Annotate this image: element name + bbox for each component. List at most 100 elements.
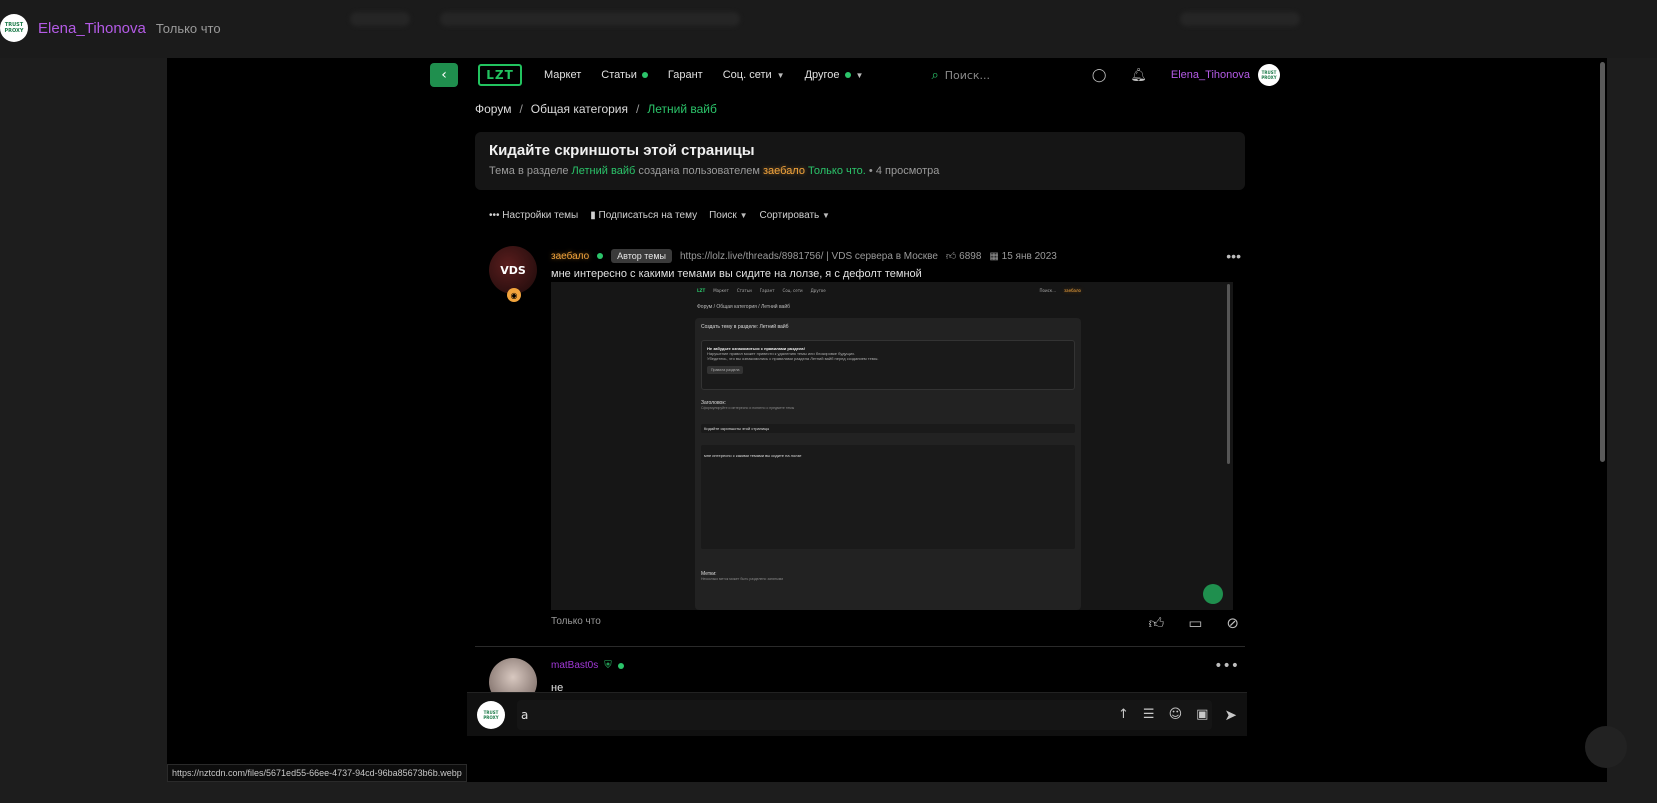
breadcrumb-forum[interactable]: Форум: [475, 102, 511, 116]
image-title-hint: Сформулируйте и интересно и понятно о пр…: [701, 406, 795, 410]
arrow-up-icon[interactable]: ↑: [1118, 707, 1129, 722]
scrollbar[interactable]: [1600, 62, 1605, 462]
send-icon[interactable]: ➤: [1224, 706, 1237, 724]
bell-icon[interactable]: 🔔︎: [1130, 68, 1147, 83]
breadcrumb: Форум / Общая категория / Летний вайб: [475, 102, 717, 116]
like-icon[interactable]: 👍︎: [1149, 614, 1165, 633]
chat-icon[interactable]: ◯: [1092, 68, 1107, 83]
background-ghost: [350, 12, 410, 26]
nav-link-other[interactable]: Другое ▼: [805, 69, 864, 81]
nav-link-guarantor[interactable]: Гарант: [668, 69, 703, 81]
reply-author[interactable]: matBast0s ⛨: [551, 660, 624, 671]
topic-time: Только что.: [808, 165, 866, 177]
breadcrumb-separator: /: [519, 102, 523, 116]
topic-section-link[interactable]: Летний вайб: [572, 165, 636, 177]
post-divider: [475, 646, 1245, 647]
image-chat-fab: [1203, 584, 1223, 604]
image-user: заебало: [1064, 287, 1081, 293]
avatar[interactable]: TRUST PROXY: [0, 14, 28, 42]
nav-right: ◯ 🔔︎ Elena_Tihonova TRUST PROXY: [1092, 64, 1280, 86]
image-nav-item: Статьи: [736, 287, 752, 293]
post-author[interactable]: заебало: [551, 251, 589, 262]
post-image[interactable]: LZT Маркет Статьи Гарант Соц. сети Друго…: [551, 282, 1233, 610]
shield-icon: ⛨: [604, 660, 612, 671]
chevron-down-icon: ▼: [855, 70, 864, 80]
more-icon: •••: [489, 210, 500, 221]
image-breadcrumb: Форум / Общая категория / Летний вайб: [697, 304, 790, 310]
page-title: Кидайте скриншоты этой страницы: [489, 142, 755, 159]
background-page: [0, 0, 1657, 58]
topic-views: • 4 просмотра: [868, 165, 940, 177]
avatar: TRUST PROXY: [477, 700, 505, 729]
image-title-input: Кидайте скриншоты этой страницы: [701, 424, 1075, 433]
online-dot: [617, 662, 624, 669]
image-tags-hint: Несколько меток может быть разделено зап…: [701, 577, 784, 581]
image-logo: LZT: [697, 287, 706, 293]
image-scrollbar: [1227, 284, 1230, 464]
badge-icon: ◉: [507, 288, 521, 302]
image-nav-item: Соц. сети: [782, 287, 803, 293]
navbar: ‹ LZT Маркет Статьи Гарант Соц. сети ▼ Др…: [430, 62, 1280, 88]
topic-meta: Тема в разделе Летний вайб создана польз…: [489, 165, 940, 177]
post-time: Только что: [551, 616, 601, 627]
likes-count: 👍︎ 6898: [945, 251, 982, 262]
nav-link-social[interactable]: Соц. сети ▼: [723, 69, 785, 81]
post-text: мне интересно с какими темами вы сидите …: [551, 268, 922, 280]
hide-icon[interactable]: ⊘: [1226, 614, 1239, 633]
search-dropdown[interactable]: Поиск ▼: [709, 210, 747, 221]
more-icon[interactable]: •••: [1226, 248, 1241, 264]
background-ghost: [1180, 12, 1300, 26]
image-nav-item: Другое: [810, 287, 826, 293]
message-input-value[interactable]: a: [521, 708, 1104, 722]
image-nav-item: Гарант: [759, 287, 775, 293]
status-url: https://nztcdn.com/files/5671ed55-66ee-4…: [167, 764, 467, 782]
search-icon: ⌕: [931, 67, 939, 83]
list-icon[interactable]: ☰: [1143, 707, 1155, 722]
nav-link-articles[interactable]: Статьи: [601, 69, 648, 81]
nav-links: Маркет Статьи Гарант Соц. сети ▼ Другое ▼: [544, 69, 863, 81]
emoji-icon[interactable]: ☺: [1169, 707, 1183, 722]
post-date: ▦ 15 янв 2023: [989, 250, 1057, 262]
avatar[interactable]: VDS: [489, 246, 537, 294]
topic-settings-button[interactable]: ••• Настройки темы: [489, 210, 578, 221]
post-signature-link[interactable]: https://lolz.live/threads/8981756/ | VDS…: [680, 251, 938, 262]
post-actions: 👍︎ ▭ ⊘: [1149, 614, 1239, 633]
status-dot: [844, 72, 851, 78]
image-editor: мне интересно с какими темами вы сидите …: [701, 445, 1075, 549]
chevron-down-icon: ▼: [776, 70, 785, 80]
topic-author-link[interactable]: заебало: [763, 165, 805, 177]
background-ghost: [440, 12, 740, 26]
screenshot-viewport: ‹ LZT Маркет Статьи Гарант Соц. сети ▼ Др…: [167, 58, 1607, 782]
image-search: Поиск...: [1039, 287, 1057, 293]
search-placeholder: Поиск...: [944, 68, 991, 82]
message-composer: TRUST PROXY a ↑ ☰ ☺ ▣ ➤: [467, 692, 1247, 736]
sort-dropdown[interactable]: Сортировать ▼: [760, 210, 830, 221]
site-logo[interactable]: LZT: [478, 64, 522, 86]
image-rules-box: Не забудьте ознакомиться с правилами раз…: [701, 340, 1075, 390]
image-nav-item: Маркет: [713, 287, 729, 293]
nav-link-market[interactable]: Маркет: [544, 69, 581, 81]
image-panel: Создать тему в разделе: Летний вайб Не з…: [695, 318, 1081, 610]
nav-username[interactable]: Elena_Tihonova: [1171, 69, 1250, 81]
search-input[interactable]: ⌕ Поиск...: [931, 68, 1081, 83]
image-panel-title: Создать тему в разделе: Летний вайб: [701, 324, 789, 330]
breadcrumb-section[interactable]: Летний вайб: [647, 102, 717, 116]
lightbox-time: Только что: [155, 20, 221, 36]
back-button[interactable]: ‹: [430, 63, 458, 87]
image-rules-button: Правила раздела: [707, 366, 744, 374]
reply-icon[interactable]: ▭: [1188, 614, 1202, 633]
author-badge: Автор темы: [611, 249, 672, 263]
subscribe-button[interactable]: ▮ Подписаться на тему: [590, 210, 697, 221]
floating-chat-button[interactable]: [1585, 726, 1627, 768]
more-icon[interactable]: •••: [1214, 658, 1239, 674]
image-icon[interactable]: ▣: [1196, 707, 1208, 722]
message-input[interactable]: a ↑ ☰ ☺ ▣: [517, 699, 1213, 730]
topic-header: Кидайте скриншоты этой страницы Тема в р…: [475, 132, 1245, 190]
breadcrumb-category[interactable]: Общая категория: [531, 102, 628, 116]
chevron-down-icon: ▼: [822, 211, 830, 220]
lightbox-username[interactable]: Elena_Tihonova: [38, 20, 146, 37]
avatar[interactable]: TRUST PROXY: [1258, 64, 1280, 86]
status-dot: [641, 72, 648, 78]
breadcrumb-separator: /: [636, 102, 640, 116]
topic-toolbar: ••• Настройки темы ▮ Подписаться на тему…: [489, 210, 830, 221]
